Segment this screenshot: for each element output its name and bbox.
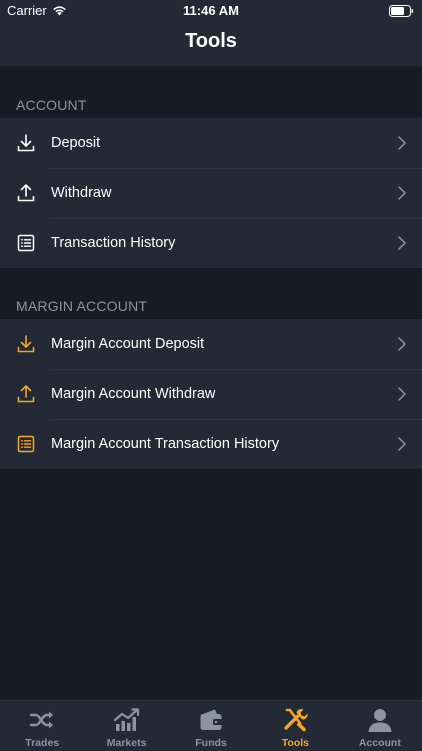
tab-funds-label: Funds <box>195 737 227 749</box>
tab-markets-label: Markets <box>106 737 147 749</box>
tab-trades-label: Trades <box>25 737 60 749</box>
shuffle-icon <box>30 711 54 729</box>
deposit-row[interactable]: Deposit <box>0 118 422 168</box>
margin-deposit-label: Margin Account Deposit <box>51 336 205 352</box>
person-icon <box>368 709 392 732</box>
margin-deposit-row[interactable]: Margin Account Deposit <box>0 319 422 369</box>
withdraw-row[interactable]: Withdraw <box>0 168 422 218</box>
tab-markets[interactable]: Markets <box>84 701 168 751</box>
tab-account[interactable]: Account <box>338 701 422 751</box>
margin-transaction-history-row[interactable]: Margin Account Transaction History <box>0 419 422 469</box>
tab-funds[interactable]: Funds <box>169 701 253 751</box>
withdraw-label: Withdraw <box>51 185 112 201</box>
margin-transaction-history-label: Margin Account Transaction History <box>51 436 280 452</box>
tab-bar: Trades Markets Funds Tools Account <box>0 700 422 751</box>
margin-withdraw-row[interactable]: Margin Account Withdraw <box>0 369 422 419</box>
tab-tools[interactable]: Tools <box>253 701 337 751</box>
list-icon <box>17 435 35 453</box>
page-title: Tools <box>185 30 237 52</box>
chevron-right-icon <box>398 136 406 150</box>
chevron-right-icon <box>398 437 406 451</box>
section-header-account: ACCOUNT <box>16 97 87 113</box>
account-group: Deposit Withdraw Transaction History <box>0 118 422 268</box>
battery-icon <box>389 5 414 17</box>
download-icon <box>17 335 35 353</box>
wallet-icon <box>200 709 223 730</box>
tab-tools-label: Tools <box>281 737 310 749</box>
chevron-right-icon <box>398 337 406 351</box>
status-time: 11:46 AM <box>183 3 239 18</box>
transaction-history-label: Transaction History <box>51 235 176 251</box>
upload-icon <box>17 385 35 403</box>
section-header-margin-account: MARGIN ACCOUNT <box>16 298 148 314</box>
chevron-right-icon <box>398 236 406 250</box>
chart-icon <box>113 708 139 731</box>
download-icon <box>17 134 35 152</box>
tab-account-label: Account <box>358 737 401 749</box>
deposit-label: Deposit <box>51 135 101 151</box>
margin-withdraw-label: Margin Account Withdraw <box>51 386 216 402</box>
chevron-right-icon <box>398 387 406 401</box>
list-icon <box>17 234 35 252</box>
status-bar: Carrier 11:46 AM <box>0 0 422 22</box>
tools-icon <box>284 708 309 732</box>
top-bar: Carrier 11:46 AM Tools <box>0 0 422 66</box>
upload-icon <box>17 184 35 202</box>
chevron-right-icon <box>398 186 406 200</box>
margin-account-group: Margin Account Deposit Margin Account Wi… <box>0 319 422 469</box>
transaction-history-row[interactable]: Transaction History <box>0 218 422 268</box>
tab-trades[interactable]: Trades <box>0 701 84 751</box>
